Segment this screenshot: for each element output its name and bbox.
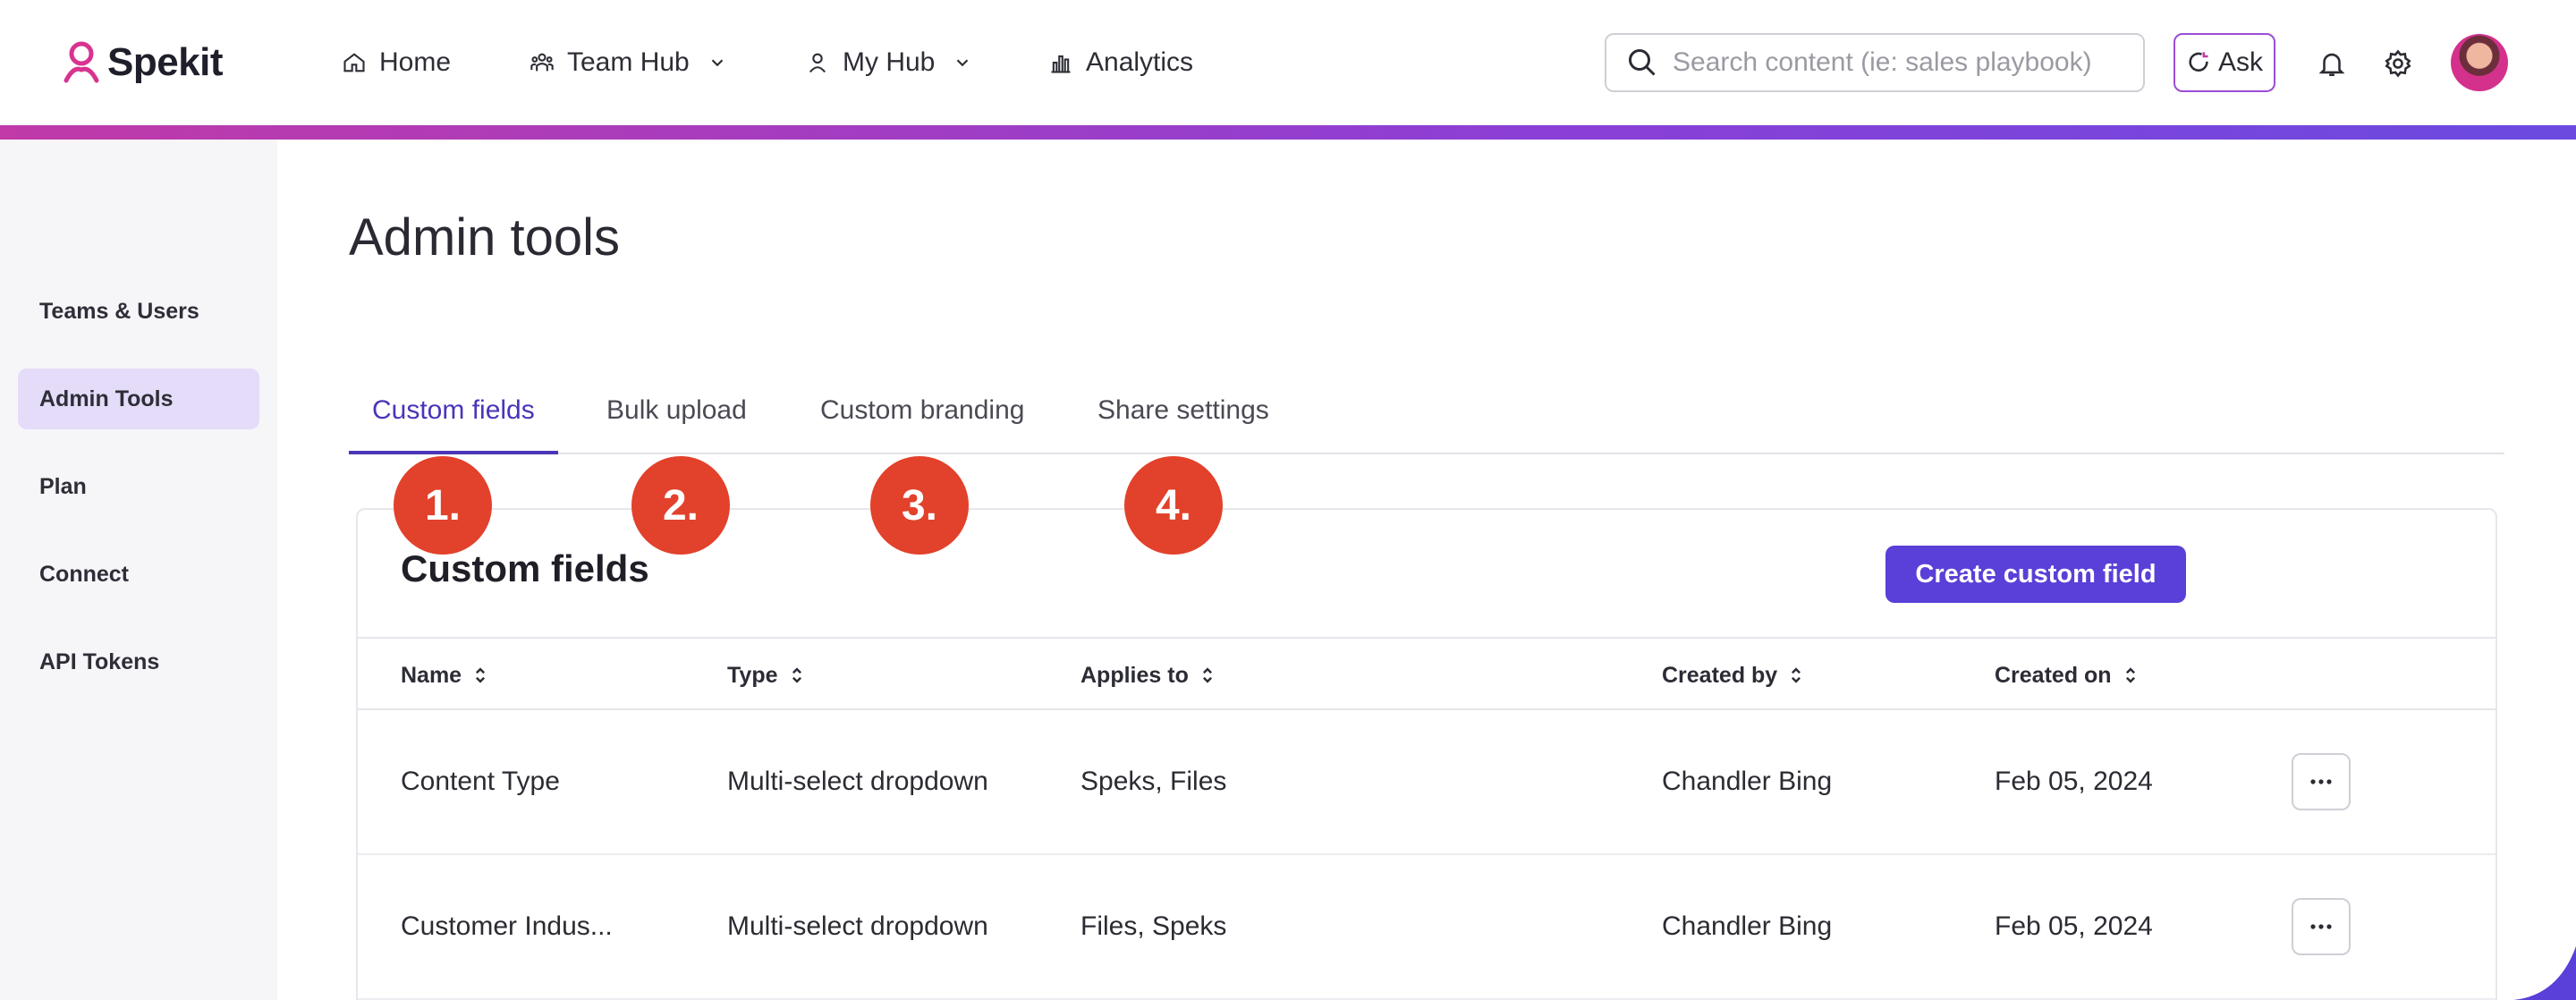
sidebar-item-label: Plan bbox=[39, 473, 87, 499]
nav-team-hub-label: Team Hub bbox=[567, 47, 690, 77]
tab-bar: Custom fields Bulk upload Custom brandin… bbox=[349, 385, 2504, 454]
cell-applies-to: Speks, Files bbox=[1080, 767, 1227, 796]
annotation-marker-3: 3. bbox=[870, 456, 969, 555]
sidebar-item-connect[interactable]: Connect bbox=[18, 544, 259, 605]
nav-team-hub[interactable]: Team Hub bbox=[530, 41, 727, 84]
logo-text: Spekit bbox=[107, 40, 224, 84]
page-title: Admin tools bbox=[349, 208, 621, 267]
spekit-logo[interactable]: Spekit bbox=[61, 39, 224, 86]
home-icon bbox=[343, 53, 365, 72]
sidebar-item-label: Teams & Users bbox=[39, 298, 199, 324]
column-header-name[interactable]: Name bbox=[401, 639, 488, 712]
sidebar-item-plan[interactable]: Plan bbox=[18, 456, 259, 517]
sidebar-item-teams-users[interactable]: Teams & Users bbox=[18, 281, 259, 342]
more-horizontal-icon bbox=[2310, 779, 2332, 784]
sidebar-item-admin-tools[interactable]: Admin Tools bbox=[18, 369, 259, 429]
cell-type: Multi-select dropdown bbox=[727, 911, 988, 941]
cell-name: Content Type bbox=[401, 767, 560, 796]
column-label: Name bbox=[401, 662, 462, 688]
tab-custom-fields[interactable]: Custom fields bbox=[349, 385, 558, 454]
column-label: Created by bbox=[1662, 662, 1778, 688]
ask-button[interactable]: Ask bbox=[2174, 33, 2275, 92]
sort-icon bbox=[2125, 667, 2135, 683]
nav-home-label: Home bbox=[379, 47, 452, 77]
sidebar-item-api-tokens[interactable]: API Tokens bbox=[18, 631, 259, 692]
sidebar: Teams & Users Admin Tools Plan Connect A… bbox=[0, 140, 277, 1000]
table-header: Name Type Applies to Created by Created … bbox=[358, 637, 2496, 710]
tab-label: Share settings bbox=[1097, 395, 1269, 425]
cell-applies-to: Files, Speks bbox=[1080, 911, 1227, 941]
table-row: Content Type Multi-select dropdown Speks… bbox=[358, 710, 2496, 855]
nav-my-hub[interactable]: My Hub bbox=[805, 41, 972, 84]
cell-name: Customer Indus... bbox=[401, 911, 613, 941]
search-icon bbox=[1629, 49, 1656, 76]
create-custom-field-button[interactable]: Create custom field bbox=[1885, 546, 2186, 603]
tab-share-settings[interactable]: Share settings bbox=[1097, 385, 1269, 454]
annotation-marker-1: 1. bbox=[394, 456, 492, 555]
column-label: Type bbox=[727, 662, 778, 688]
tab-label: Custom branding bbox=[820, 395, 1025, 425]
nav-my-hub-label: My Hub bbox=[843, 47, 936, 77]
sidebar-item-label: Connect bbox=[39, 561, 129, 587]
user-avatar[interactable] bbox=[2451, 34, 2508, 91]
cell-created-by: Chandler Bing bbox=[1662, 911, 1833, 941]
analytics-icon bbox=[1051, 55, 1071, 73]
tab-label: Custom fields bbox=[372, 395, 535, 425]
ask-label: Ask bbox=[2217, 47, 2263, 77]
cell-type: Multi-select dropdown bbox=[727, 767, 988, 796]
annotation-marker-4: 4. bbox=[1124, 456, 1223, 555]
column-label: Applies to bbox=[1080, 662, 1189, 688]
top-nav: Spekit Home Team Hub My Hub Analytics As… bbox=[0, 0, 2576, 125]
bell-icon[interactable] bbox=[2317, 48, 2347, 79]
cell-created-on: Feb 05, 2024 bbox=[1995, 767, 2153, 796]
spekit-logo-icon bbox=[64, 41, 99, 83]
column-header-created-on[interactable]: Created on bbox=[1995, 639, 2139, 712]
chevron-down-icon bbox=[957, 59, 969, 67]
column-label: Created on bbox=[1995, 662, 2112, 688]
sidebar-item-label: Admin Tools bbox=[39, 386, 174, 411]
row-actions-button[interactable] bbox=[2292, 898, 2351, 955]
brand-gradient-bar bbox=[0, 125, 2576, 140]
nav-analytics-label: Analytics bbox=[1086, 47, 1194, 77]
nav-home[interactable]: Home bbox=[342, 41, 451, 84]
column-header-type[interactable]: Type bbox=[727, 639, 805, 712]
table-row: Customer Indus... Multi-select dropdown … bbox=[358, 855, 2496, 1000]
sidebar-item-label: API Tokens bbox=[39, 648, 160, 674]
sort-icon bbox=[1792, 667, 1801, 683]
column-header-created-by[interactable]: Created by bbox=[1662, 639, 1804, 712]
tab-label: Bulk upload bbox=[606, 395, 747, 425]
corner-decoration bbox=[2513, 946, 2576, 1000]
gear-icon[interactable] bbox=[2383, 48, 2413, 79]
custom-fields-card: Custom fields Create custom field Name T… bbox=[356, 508, 2497, 1000]
more-horizontal-icon bbox=[2310, 924, 2332, 929]
nav-analytics[interactable]: Analytics bbox=[1048, 41, 1193, 84]
row-actions-button[interactable] bbox=[2292, 753, 2351, 810]
sort-icon bbox=[476, 667, 486, 683]
sort-icon bbox=[1202, 667, 1212, 683]
column-header-applies-to[interactable]: Applies to bbox=[1080, 639, 1216, 712]
sort-icon bbox=[792, 667, 801, 683]
search-input[interactable] bbox=[1673, 47, 2138, 78]
tab-bulk-upload[interactable]: Bulk upload bbox=[606, 385, 747, 454]
ask-icon bbox=[2189, 52, 2208, 72]
cell-created-on: Feb 05, 2024 bbox=[1995, 911, 2153, 941]
team-icon bbox=[530, 53, 554, 72]
user-icon bbox=[809, 53, 826, 73]
cell-created-by: Chandler Bing bbox=[1662, 767, 1833, 796]
chevron-down-icon bbox=[711, 59, 724, 67]
annotation-marker-2: 2. bbox=[631, 456, 730, 555]
search-box[interactable] bbox=[1605, 33, 2145, 92]
tab-custom-branding[interactable]: Custom branding bbox=[820, 385, 1024, 454]
